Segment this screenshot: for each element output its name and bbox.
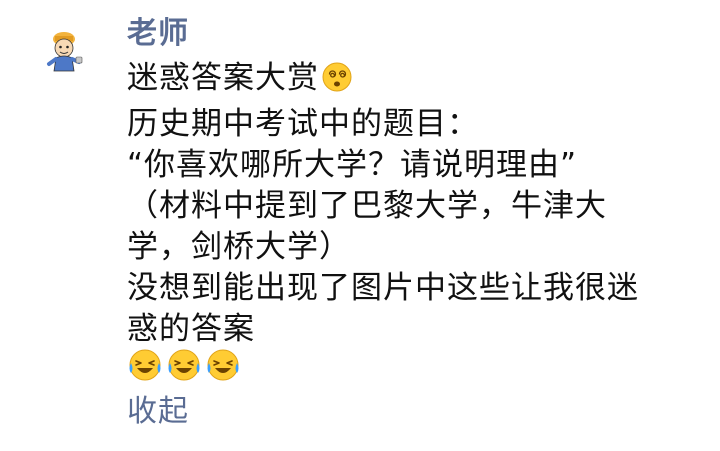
moments-post: 老师 迷惑答案大赏 历史期中考试中的题目： “你喜欢哪所大学？请说明理由” （材…	[0, 0, 720, 451]
dizzy-face-icon	[321, 61, 353, 104]
post-line-3: “你喜欢哪所大学？请说明理由”	[127, 147, 578, 183]
post-line-6: 没想到能出现了图片中这些让我很迷	[127, 270, 639, 306]
reaction-emoji-row	[127, 347, 697, 394]
post-line-5: 学，剑桥大学）	[127, 229, 351, 265]
post-line-7: 惑的答案	[127, 311, 255, 347]
avatar[interactable]	[42, 28, 86, 72]
cartoon-character-icon	[47, 32, 83, 72]
laughing-crying-face-icon	[205, 347, 241, 394]
post-line-1: 迷惑答案大赏	[127, 58, 697, 104]
laughing-crying-face-icon	[166, 347, 202, 394]
post-text: 迷惑答案大赏 历史期中考试中的题目： “你喜欢哪所大学？请说明理由” （材料中提…	[127, 58, 697, 391]
post-line-4: （材料中提到了巴黎大学，牛津大	[127, 188, 607, 224]
collapse-link[interactable]: 收起	[127, 392, 189, 432]
author-name[interactable]: 老师	[127, 14, 189, 54]
post-line-2: 历史期中考试中的题目：	[127, 106, 479, 142]
laughing-crying-face-icon	[127, 347, 163, 394]
